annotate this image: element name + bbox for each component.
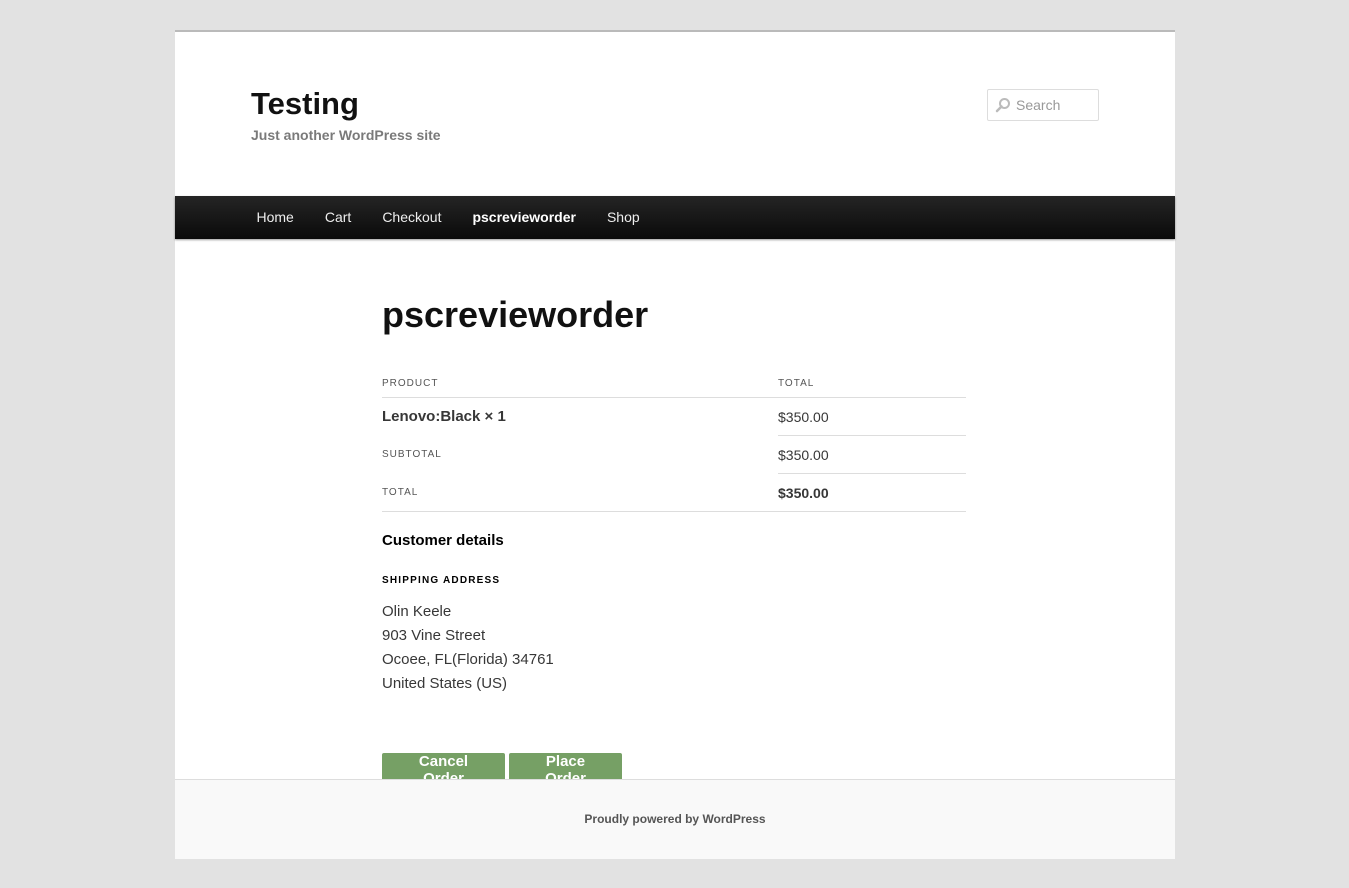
order-total-label: TOTAL (382, 473, 778, 512)
main-navigation: Home Cart Checkout pscrevieworder Shop (175, 196, 1175, 239)
order-review-table: PRODUCT TOTAL Lenovo:Black × 1 $350.00 S… (382, 369, 966, 512)
address-street: 903 Vine Street (382, 627, 486, 644)
address-city: Ocoee, FL(Florida) 34761 (382, 651, 554, 668)
subtotal-value: $350.00 (778, 435, 966, 474)
site-description: Just another WordPress site (251, 127, 441, 143)
total-column-header: TOTAL (778, 369, 966, 398)
search-form[interactable] (987, 89, 1099, 121)
product-column-header: PRODUCT (382, 369, 778, 398)
subtotal-row: SUBTOTAL $350.00 (382, 435, 966, 474)
product-name: Lenovo:Black × 1 (382, 408, 506, 426)
address-country: United States (US) (382, 675, 508, 692)
order-total-value: $350.00 (778, 473, 966, 512)
nav-item-home[interactable]: Home (241, 196, 309, 239)
shipping-address: Olin Keele 903 Vine Street Ocoee, FL(Flo… (382, 600, 554, 696)
shipping-address-heading: SHIPPING ADDRESS (382, 575, 501, 586)
powered-by-link[interactable]: Proudly powered by WordPress (175, 812, 1175, 826)
nav-item-checkout[interactable]: Checkout (367, 196, 457, 239)
nav-item-shop[interactable]: Shop (591, 196, 655, 239)
site-footer: Proudly powered by WordPress (175, 779, 1175, 859)
product-total: $350.00 (778, 397, 966, 436)
search-input[interactable] (1012, 90, 1096, 120)
nav-link-checkout[interactable]: Checkout (367, 196, 457, 239)
nav-item-pscrevieworder[interactable]: pscrevieworder (457, 196, 592, 239)
site-title[interactable]: Testing (251, 86, 359, 122)
nav-link-cart[interactable]: Cart (309, 196, 366, 239)
page: Testing Just another WordPress site Home… (175, 30, 1175, 859)
order-total-row: TOTAL $350.00 (382, 473, 966, 512)
address-name: Olin Keele (382, 603, 452, 620)
customer-details-heading: Customer details (382, 532, 504, 549)
nav-link-shop[interactable]: Shop (591, 196, 655, 239)
nav-item-cart[interactable]: Cart (309, 196, 366, 239)
subtotal-label: SUBTOTAL (382, 449, 442, 460)
nav-link-home[interactable]: Home (241, 196, 309, 239)
search-icon (995, 98, 1010, 113)
table-row: Lenovo:Black × 1 $350.00 (382, 397, 966, 436)
page-title: pscrevieworder (382, 294, 649, 335)
nav-link-pscrevieworder[interactable]: pscrevieworder (457, 196, 592, 239)
